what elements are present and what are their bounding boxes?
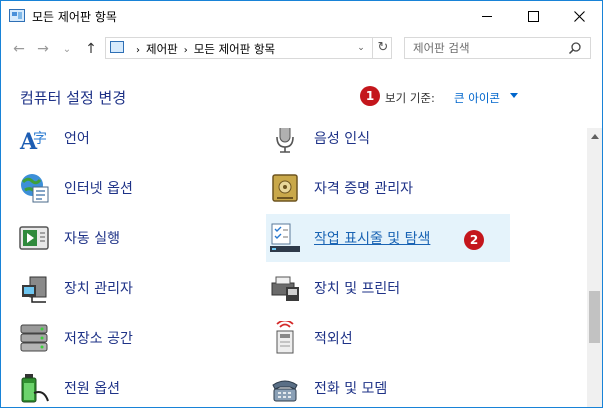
item-device-manager[interactable]: 장치 관리자 bbox=[18, 266, 248, 310]
language-icon: A字 bbox=[18, 128, 52, 155]
breadcrumb: › 제어판 › 모든 제어판 항목 bbox=[130, 41, 275, 57]
view-by-dropdown-arrow-icon[interactable] bbox=[510, 93, 518, 98]
storage-spaces-icon bbox=[18, 321, 52, 355]
item-label: 적외선 bbox=[314, 331, 353, 347]
item-label: 장치 관리자 bbox=[64, 281, 133, 297]
search-box[interactable] bbox=[404, 37, 591, 59]
minimize-button[interactable] bbox=[464, 1, 510, 31]
item-label: 장치 및 프린터 bbox=[314, 281, 401, 297]
phone-modem-icon bbox=[268, 371, 302, 405]
taskbar-navigation-icon bbox=[268, 221, 302, 255]
view-by-dropdown[interactable]: 큰 아이콘 bbox=[454, 90, 500, 106]
breadcrumb-separator-icon[interactable]: › bbox=[184, 45, 188, 56]
window-title: 모든 제어판 항목 bbox=[32, 10, 117, 24]
step-badge-2: 2 bbox=[464, 230, 484, 250]
chevron-down-icon: ⌄ bbox=[62, 43, 72, 55]
navigation-bar: ← → ⌄ ↑ › 제어판 › 모든 제어판 항목 ⌄ ↻ bbox=[1, 31, 602, 69]
search-icon[interactable] bbox=[568, 41, 582, 55]
item-label: 인터넷 옵션 bbox=[64, 181, 133, 197]
forward-arrow-icon: → bbox=[37, 41, 49, 57]
speech-recognition-icon bbox=[268, 128, 302, 155]
internet-options-icon bbox=[18, 171, 52, 205]
forward-button[interactable]: → bbox=[33, 39, 53, 59]
item-label: 전원 옵션 bbox=[64, 381, 120, 397]
item-label: 음성 인식 bbox=[314, 131, 370, 147]
device-manager-icon bbox=[18, 271, 52, 305]
scroll-up-arrow-icon bbox=[590, 133, 599, 139]
control-panel-app-icon bbox=[9, 9, 25, 22]
power-options-icon bbox=[18, 371, 52, 405]
item-label: 언어 bbox=[64, 131, 90, 147]
item-language[interactable]: A字 언어 bbox=[18, 128, 248, 160]
item-internet-options[interactable]: 인터넷 옵션 bbox=[18, 166, 248, 210]
item-autoplay[interactable]: 자동 실행 bbox=[18, 216, 248, 260]
item-credential-manager[interactable]: 자격 증명 관리자 bbox=[268, 166, 510, 210]
item-devices-printers[interactable]: 장치 및 프린터 bbox=[268, 266, 510, 310]
item-phone-modem[interactable]: 전화 및 모뎀 bbox=[268, 366, 510, 407]
breadcrumb-separator-icon[interactable]: › bbox=[136, 45, 140, 56]
item-storage-spaces[interactable]: 저장소 공간 bbox=[18, 316, 248, 360]
refresh-icon: ↻ bbox=[377, 40, 389, 55]
item-label: 전화 및 모뎀 bbox=[314, 381, 388, 397]
chevron-down-icon: ⌄ bbox=[357, 43, 365, 53]
item-label: 저장소 공간 bbox=[64, 331, 133, 347]
minimize-icon bbox=[482, 15, 492, 17]
autoplay-icon bbox=[18, 221, 52, 255]
item-label: 자격 증명 관리자 bbox=[314, 181, 414, 197]
maximize-button[interactable] bbox=[510, 1, 556, 31]
item-label: 작업 표시줄 및 탐색 bbox=[314, 231, 431, 247]
scrollbar-thumb[interactable] bbox=[589, 291, 600, 343]
view-by-label: 보기 기준: bbox=[385, 91, 435, 105]
breadcrumb-all-items[interactable]: 모든 제어판 항목 bbox=[194, 42, 275, 56]
infrared-icon bbox=[268, 319, 302, 355]
step-badge-1: 1 bbox=[360, 86, 380, 106]
control-panel-window: 모든 제어판 항목 ← → ⌄ ↑ › 제어판 › 모든 제어판 항목 ⌄ ↻ 컴퓨터… bbox=[0, 0, 603, 408]
address-bar[interactable]: › 제어판 › 모든 제어판 항목 ⌄ ↻ bbox=[105, 37, 392, 59]
item-speech-recognition[interactable]: 음성 인식 bbox=[268, 128, 510, 160]
back-button[interactable]: ← bbox=[9, 39, 29, 59]
refresh-button[interactable]: ↻ bbox=[372, 38, 393, 58]
devices-printers-icon bbox=[268, 271, 302, 305]
maximize-icon bbox=[527, 10, 539, 22]
vertical-scrollbar[interactable] bbox=[587, 128, 602, 407]
control-panel-icon bbox=[110, 41, 124, 53]
item-label: 자동 실행 bbox=[64, 231, 120, 247]
svg-text:字: 字 bbox=[33, 131, 47, 147]
scroll-up-button[interactable] bbox=[587, 128, 602, 144]
recent-locations-button[interactable]: ⌄ bbox=[57, 39, 77, 59]
control-panel-items: A字 언어 인터넷 옵션 자동 실행 장치 관리자 저장소 공간 전원 옵션 음… bbox=[1, 128, 587, 407]
up-button[interactable]: ↑ bbox=[81, 39, 101, 59]
page-title: 컴퓨터 설정 변경 bbox=[20, 89, 127, 107]
search-input[interactable] bbox=[413, 41, 563, 55]
breadcrumb-control-panel[interactable]: 제어판 bbox=[146, 42, 178, 56]
credential-manager-icon bbox=[268, 171, 302, 205]
back-arrow-icon: ← bbox=[13, 41, 25, 57]
title-bar: 모든 제어판 항목 bbox=[1, 1, 602, 31]
address-dropdown-button[interactable]: ⌄ bbox=[354, 41, 368, 55]
item-infrared[interactable]: 적외선 bbox=[268, 316, 510, 360]
item-power-options[interactable]: 전원 옵션 bbox=[18, 366, 248, 407]
close-icon bbox=[573, 10, 585, 22]
up-arrow-icon: ↑ bbox=[85, 41, 97, 57]
close-button[interactable] bbox=[556, 1, 602, 31]
